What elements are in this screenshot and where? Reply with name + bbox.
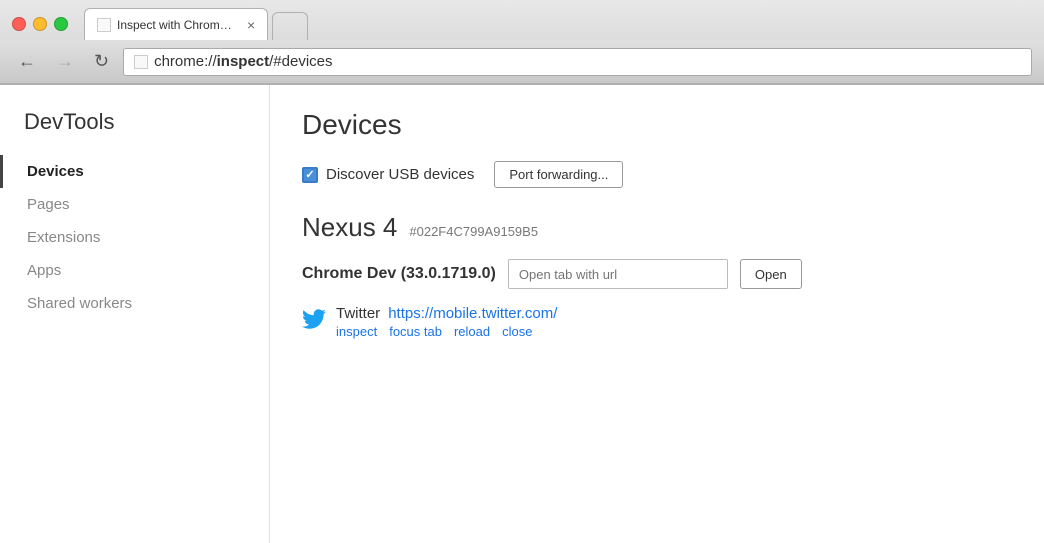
port-forwarding-button[interactable]: Port forwarding... — [494, 161, 623, 188]
active-tab[interactable]: Inspect with Chrome Devel × — [84, 8, 268, 40]
reload-button[interactable]: ↻ — [88, 49, 115, 74]
minimize-button[interactable] — [33, 17, 47, 31]
address-bold: inspect — [217, 53, 270, 70]
chrome-dev-label: Chrome Dev (33.0.1719.0) — [302, 265, 496, 283]
sidebar-item-shared-workers[interactable]: Shared workers — [0, 287, 269, 320]
twitter-tab-url[interactable]: https://mobile.twitter.com/ — [388, 305, 557, 322]
back-button[interactable]: ← — [12, 49, 42, 74]
twitter-top: Twitter https://mobile.twitter.com/ — [336, 305, 557, 322]
focus-tab-action[interactable]: focus tab — [389, 324, 442, 339]
open-button[interactable]: Open — [740, 259, 802, 289]
reload-action[interactable]: reload — [454, 324, 490, 339]
new-tab-button[interactable] — [272, 12, 308, 40]
sidebar-item-extensions[interactable]: Extensions — [0, 221, 269, 254]
twitter-tab-name: Twitter — [336, 305, 380, 322]
nav-bar: ← → ↻ chrome://inspect/#devices — [0, 40, 1044, 84]
content-pane: Devices ✓ Discover USB devices Port forw… — [270, 85, 1044, 543]
discover-usb-checkbox[interactable]: ✓ — [302, 167, 318, 183]
twitter-tab-row: Twitter https://mobile.twitter.com/ insp… — [302, 305, 1012, 339]
address-favicon — [134, 55, 148, 69]
traffic-lights — [12, 17, 68, 31]
sidebar-title: DevTools — [0, 109, 269, 155]
sidebar: DevTools Devices Pages Extensions Apps S… — [0, 85, 270, 543]
address-bar[interactable]: chrome://inspect/#devices — [123, 48, 1032, 76]
main-content: DevTools Devices Pages Extensions Apps S… — [0, 85, 1044, 543]
address-prefix: chrome:// — [154, 53, 217, 70]
close-action[interactable]: close — [502, 324, 532, 339]
device-name: Nexus 4 — [302, 212, 397, 243]
inspect-action[interactable]: inspect — [336, 324, 377, 339]
sidebar-item-pages[interactable]: Pages — [0, 188, 269, 221]
title-bar: Inspect with Chrome Devel × — [0, 0, 1044, 40]
forward-button[interactable]: → — [50, 49, 80, 74]
device-id: #022F4C799A9159B5 — [409, 224, 538, 239]
close-button[interactable] — [12, 17, 26, 31]
chrome-dev-row: Chrome Dev (33.0.1719.0) Open — [302, 259, 1012, 289]
maximize-button[interactable] — [54, 17, 68, 31]
usb-label: Discover USB devices — [326, 166, 474, 183]
address-suffix: /#devices — [269, 53, 332, 70]
sidebar-item-apps[interactable]: Apps — [0, 254, 269, 287]
twitter-details: Twitter https://mobile.twitter.com/ insp… — [336, 305, 557, 339]
check-mark: ✓ — [305, 168, 314, 181]
tab-title: Inspect with Chrome Devel — [117, 18, 237, 32]
address-text: chrome://inspect/#devices — [154, 53, 332, 70]
browser-chrome: Inspect with Chrome Devel × ← → ↻ chrome… — [0, 0, 1044, 85]
usb-checkbox-wrapper: ✓ Discover USB devices — [302, 166, 474, 183]
url-input[interactable] — [508, 259, 728, 289]
twitter-icon — [302, 307, 326, 331]
device-header: Nexus 4 #022F4C799A9159B5 — [302, 212, 1012, 243]
tab-close-button[interactable]: × — [247, 17, 255, 33]
sidebar-item-devices[interactable]: Devices — [0, 155, 269, 188]
twitter-actions: inspect focus tab reload close — [336, 324, 557, 339]
tab-bar: Inspect with Chrome Devel × — [84, 8, 1032, 40]
usb-row: ✓ Discover USB devices Port forwarding..… — [302, 161, 1012, 188]
tab-favicon — [97, 18, 111, 32]
content-title: Devices — [302, 109, 1012, 141]
